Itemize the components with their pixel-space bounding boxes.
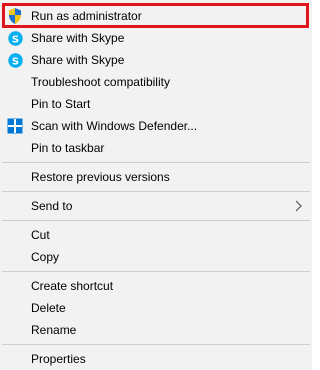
menu-item-label: Restore previous versions [31,170,170,184]
menu-separator [2,271,310,272]
menu-item-cut[interactable]: Cut [0,224,312,246]
highlight-box [2,3,309,28]
menu-item-share-with-skype[interactable]: S Share with Skype [0,49,312,71]
menu-item-label: Cut [31,228,50,242]
menu-item-label: Pin to Start [31,97,91,111]
menu-item-label: Rename [31,323,77,337]
menu-item-restore-previous-versions[interactable]: Restore previous versions [0,166,312,188]
menu-item-label: Share with Skype [31,31,125,45]
skype-icon: S [7,52,23,68]
menu-separator [2,344,310,345]
menu-item-delete[interactable]: Delete [0,297,312,319]
menu-separator [2,162,310,163]
menu-item-label: Properties [31,352,86,366]
menu-item-send-to[interactable]: Send to [0,195,312,217]
menu-item-scan-with-windows-defender[interactable]: Scan with Windows Defender... [0,115,312,137]
menu-item-share-with-skype[interactable]: S Share with Skype [0,27,312,49]
menu-item-troubleshoot-compatibility[interactable]: Troubleshoot compatibility [0,71,312,93]
context-menu: Run as administrator S Share with Skype … [0,0,312,370]
menu-item-pin-to-start[interactable]: Pin to Start [0,93,312,115]
menu-item-pin-to-taskbar[interactable]: Pin to taskbar [0,137,312,159]
menu-separator [2,220,310,221]
menu-item-label: Troubleshoot compatibility [31,75,170,89]
menu-item-copy[interactable]: Copy [0,246,312,268]
menu-item-create-shortcut[interactable]: Create shortcut [0,275,312,297]
menu-item-label: Delete [31,301,66,315]
menu-separator [2,191,310,192]
menu-item-rename[interactable]: Rename [0,319,312,341]
windows-defender-icon [7,118,23,134]
svg-text:S: S [11,56,18,67]
menu-item-label: Scan with Windows Defender... [31,119,198,133]
skype-icon: S [7,30,23,46]
menu-item-label: Share with Skype [31,53,125,67]
menu-item-label: Copy [31,250,60,264]
chevron-right-icon [292,200,304,212]
svg-text:S: S [11,34,18,45]
menu-item-properties[interactable]: Properties [0,348,312,370]
menu-item-label: Create shortcut [31,279,114,293]
menu-item-label: Send to [31,199,73,213]
menu-item-label: Pin to taskbar [31,141,105,155]
